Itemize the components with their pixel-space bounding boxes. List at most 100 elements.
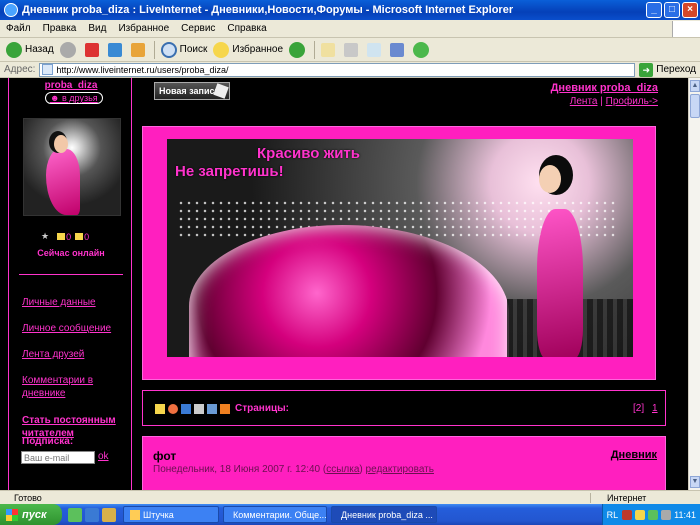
clock: 11:41: [674, 509, 696, 520]
status-bar: Готово Интернет: [0, 490, 700, 504]
menu-file[interactable]: Файл: [0, 23, 37, 34]
new-post-button[interactable]: Новая запись: [154, 82, 230, 100]
history-button[interactable]: [289, 41, 308, 58]
diary-title-link[interactable]: Дневник proba_diza: [551, 82, 658, 94]
forward-arrow-icon: [59, 41, 76, 58]
printer-icon: [344, 42, 359, 57]
email-icon[interactable]: [207, 404, 217, 414]
star-icon: ★: [41, 231, 50, 241]
maximize-button[interactable]: □: [664, 2, 680, 18]
tray-icon[interactable]: [635, 509, 646, 520]
avatar: [23, 118, 121, 216]
vertical-scrollbar[interactable]: ▲ ▼: [688, 78, 700, 490]
menu-tools[interactable]: Сервис: [175, 23, 221, 34]
menu-edit[interactable]: Правка: [37, 23, 83, 34]
edit-button[interactable]: [367, 42, 384, 57]
volume-icon[interactable]: [661, 509, 672, 520]
home-button[interactable]: [130, 42, 148, 57]
icq-button[interactable]: [413, 41, 432, 58]
refresh-icon: [107, 42, 122, 57]
folder-icon: [130, 509, 140, 520]
page-content: proba_diza ☻ в друзья ★ 0 0 Сейчас онлай…: [0, 78, 688, 490]
desktop-icon[interactable]: [102, 507, 116, 522]
add-friend-label: в друзья: [62, 93, 98, 103]
tray-icon[interactable]: [648, 509, 659, 520]
scroll-thumb[interactable]: [690, 94, 700, 118]
favorites-button[interactable]: Избранное: [213, 41, 283, 58]
task-ie[interactable]: Дневник proba_diza ...: [331, 506, 437, 523]
stop-button[interactable]: [84, 42, 102, 57]
user-stats: ★ 0 0: [41, 231, 89, 242]
flag-icon: [75, 233, 84, 240]
icq-icon[interactable]: [68, 507, 82, 522]
history-icon: [289, 41, 306, 58]
internet-explorer-icon: [4, 3, 18, 17]
go-button[interactable]: ➜ Переход: [639, 62, 696, 77]
task-folder[interactable]: Штучка: [123, 506, 219, 523]
page-1-link[interactable]: 1: [652, 403, 658, 414]
back-arrow-icon: [6, 41, 22, 58]
messenger-icon: [390, 42, 405, 57]
mail-button[interactable]: [321, 42, 338, 57]
task-firefox[interactable]: Комментарии. Обще...: [223, 506, 327, 523]
user-name-link[interactable]: proba_diza: [9, 80, 133, 91]
add-friend-link[interactable]: ☻ в друзья: [45, 92, 103, 104]
task-folder-label: Штучка: [143, 509, 174, 520]
forward-button[interactable]: [59, 41, 79, 58]
diary-comments-link[interactable]: Комментарии в дневнике: [22, 374, 127, 400]
post-tools: [155, 404, 233, 414]
rss-icon[interactable]: [220, 404, 230, 414]
email-field[interactable]: [21, 451, 95, 464]
profile-link[interactable]: Профиль->: [606, 96, 658, 107]
friends-feed-link[interactable]: Лента друзей: [22, 348, 127, 361]
security-zone: Интернет: [590, 492, 700, 503]
star-tool-icon[interactable]: [155, 404, 165, 414]
ie-quicklaunch-icon[interactable]: [85, 507, 99, 522]
minimize-button[interactable]: _: [646, 2, 662, 18]
post-link[interactable]: ссылка: [326, 464, 359, 475]
menu-bar: Файл Правка Вид Избранное Сервис Справка: [0, 20, 700, 38]
back-button[interactable]: Назад: [6, 41, 54, 58]
toolbar-separator: [153, 40, 155, 59]
refresh-button[interactable]: [107, 42, 125, 57]
menu-help[interactable]: Справка: [221, 23, 272, 34]
close-button[interactable]: ×: [682, 2, 698, 18]
thumb-icon: [57, 233, 66, 240]
search-button[interactable]: Поиск: [160, 41, 207, 58]
printer-icon[interactable]: [194, 404, 204, 414]
go-arrow-icon: ➜: [639, 62, 654, 77]
menu-view[interactable]: Вид: [82, 23, 112, 34]
edit-page-icon: [367, 42, 382, 57]
clock-icon[interactable]: [168, 404, 178, 414]
scroll-down-button[interactable]: ▼: [690, 476, 700, 488]
menu-favorites[interactable]: Избранное: [112, 23, 175, 34]
bracket-close: ): [359, 464, 363, 475]
personal-data-link[interactable]: Личные данные: [22, 296, 127, 309]
post-title[interactable]: фот: [153, 449, 176, 463]
windows-logo-icon: [672, 20, 700, 37]
page-icon: [42, 64, 54, 75]
private-message-link[interactable]: Личное сообщение: [22, 322, 127, 335]
scroll-up-button[interactable]: ▲: [690, 80, 700, 92]
post-category-link[interactable]: Дневник: [611, 449, 657, 461]
subscribe-label: Подписка:: [22, 436, 74, 447]
banner-model-head: [539, 165, 561, 193]
start-button[interactable]: пуск: [0, 504, 62, 525]
online-status: Сейчас онлайн: [37, 248, 105, 258]
post-edit-link[interactable]: редактировать: [366, 464, 434, 475]
search-icon: [160, 41, 177, 58]
go-label: Переход: [656, 64, 696, 75]
task-firefox-label: Комментарии. Обще...: [233, 509, 327, 520]
phone-icon[interactable]: [181, 404, 191, 414]
address-input[interactable]: http://www.liveinternet.ru/users/proba_d…: [39, 62, 636, 77]
feed-link[interactable]: Лента: [570, 96, 598, 107]
flower-icon: [413, 41, 430, 58]
tray-icon[interactable]: [622, 509, 633, 520]
print-button[interactable]: [344, 42, 361, 57]
subscribe-ok-link[interactable]: ok: [98, 451, 109, 462]
language-indicator[interactable]: RL: [607, 510, 619, 520]
system-tray: RL 11:41: [601, 504, 700, 525]
window-title: Дневник proba_diza : LiveInternet - Днев…: [22, 4, 514, 16]
pager-bar: Страницы: [2] 1: [142, 390, 666, 426]
messenger-button[interactable]: [390, 42, 407, 57]
